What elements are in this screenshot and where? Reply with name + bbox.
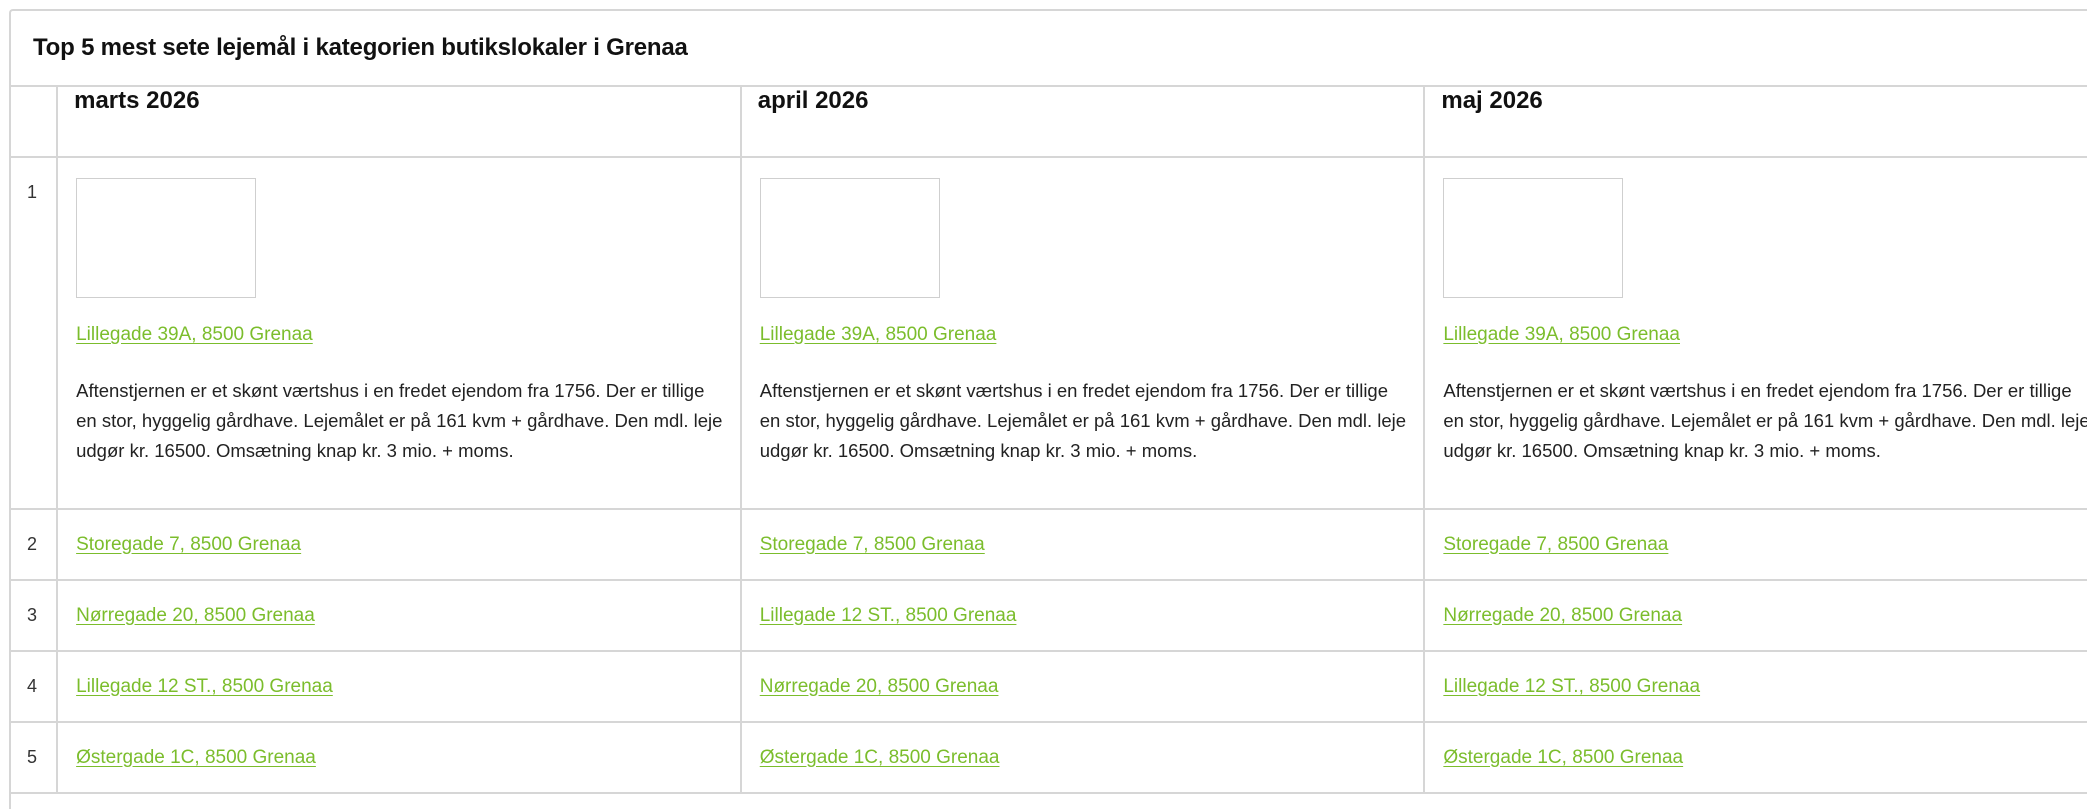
listing-cell: Lillegade 12 ST., 8500 Grenaa: [739, 580, 1426, 652]
listing-cell: Nørregade 20, 8500 Grenaa: [739, 651, 1426, 723]
listing-address-link[interactable]: Nørregade 20, 8500 Grenaa: [760, 676, 999, 697]
month-header-march: marts 2026: [56, 87, 742, 158]
listing-address-link[interactable]: Lillegade 12 ST., 8500 Grenaa: [760, 605, 1017, 626]
month-header-april: april 2026: [739, 87, 1426, 158]
listing-thumbnail[interactable]: [759, 178, 940, 298]
listing-address-link[interactable]: Lillegade 12 ST., 8500 Grenaa: [76, 676, 333, 697]
rank-number: 2: [11, 509, 59, 581]
table-row-rank-3: 3 Nørregade 20, 8500 Grenaa Lillegade 12…: [11, 580, 2087, 652]
listing-address-link[interactable]: Storegade 7, 8500 Grenaa: [760, 534, 985, 555]
listing-card-april: Lillegade 39A, 8500 Grenaa Aftenstjernen…: [739, 157, 1426, 510]
listing-cell: Nørregade 20, 8500 Grenaa: [56, 580, 742, 652]
panel-title: Top 5 mest sete lejemål i kategorien but…: [33, 34, 688, 61]
listing-cell: Storegade 7, 8500 Grenaa: [1423, 509, 2087, 581]
listing-thumbnail[interactable]: [1443, 178, 1624, 298]
panel-header: Top 5 mest sete lejemål i kategorien but…: [11, 11, 2087, 87]
listing-cell: Storegade 7, 8500 Grenaa: [739, 509, 1426, 581]
listing-cell: Østergade 1C, 8500 Grenaa: [1423, 722, 2087, 794]
listing-address-link[interactable]: Østergade 1C, 8500 Grenaa: [1443, 747, 1683, 768]
listing-address-link[interactable]: Lillegade 12 ST., 8500 Grenaa: [1443, 676, 1700, 697]
listing-address-link[interactable]: Nørregade 20, 8500 Grenaa: [1443, 605, 1682, 626]
listing-address-link[interactable]: Lillegade 39A, 8500 Grenaa: [76, 324, 313, 345]
listing-cell: Lillegade 12 ST., 8500 Grenaa: [1423, 651, 2087, 723]
table-header-row: marts 2026 april 2026 maj 2026: [11, 87, 2087, 158]
listing-thumbnail[interactable]: [76, 178, 257, 298]
listing-description: Aftenstjernen er et skønt værtshus i en …: [759, 380, 1407, 461]
month-header-may: maj 2026: [1423, 87, 2087, 158]
listing-address-link[interactable]: Østergade 1C, 8500 Grenaa: [76, 747, 316, 768]
listing-description: Aftenstjernen er et skønt værtshus i en …: [76, 380, 723, 461]
rank-number: 5: [11, 722, 59, 794]
rank-column-header: [11, 87, 59, 158]
listing-card-may: Lillegade 39A, 8500 Grenaa Aftenstjernen…: [1423, 157, 2087, 510]
listing-cell: Storegade 7, 8500 Grenaa: [56, 509, 742, 581]
listing-cell: Lillegade 12 ST., 8500 Grenaa: [56, 651, 742, 723]
listing-address-link[interactable]: Østergade 1C, 8500 Grenaa: [760, 747, 1000, 768]
listing-cell: Østergade 1C, 8500 Grenaa: [56, 722, 742, 794]
rank-number: 3: [11, 580, 59, 652]
rank-number: 4: [11, 651, 59, 723]
table-row-rank-5: 5 Østergade 1C, 8500 Grenaa Østergade 1C…: [11, 722, 2087, 794]
listing-address-link[interactable]: Nørregade 20, 8500 Grenaa: [76, 605, 315, 626]
top-listings-panel: Top 5 mest sete lejemål i kategorien but…: [9, 9, 2087, 809]
listing-address-link[interactable]: Storegade 7, 8500 Grenaa: [1443, 534, 1668, 555]
listing-cell: Østergade 1C, 8500 Grenaa: [739, 722, 1426, 794]
listing-card-march: Lillegade 39A, 8500 Grenaa Aftenstjernen…: [56, 157, 742, 510]
table-row-rank-4: 4 Lillegade 12 ST., 8500 Grenaa Nørregad…: [11, 651, 2087, 723]
table-row-rank-1: 1 Lillegade 39A, 8500 Grenaa Aftenstjern…: [11, 157, 2087, 510]
top-listings-table: marts 2026 april 2026 maj 2026 1 Lillega…: [11, 87, 2087, 794]
table-row-rank-2: 2 Storegade 7, 8500 Grenaa Storegade 7, …: [11, 509, 2087, 581]
listing-cell: Nørregade 20, 8500 Grenaa: [1423, 580, 2087, 652]
listing-address-link[interactable]: Storegade 7, 8500 Grenaa: [76, 534, 301, 555]
listing-address-link[interactable]: Lillegade 39A, 8500 Grenaa: [1443, 324, 1680, 345]
listing-address-link[interactable]: Lillegade 39A, 8500 Grenaa: [760, 324, 997, 345]
rank-number: 1: [11, 157, 59, 510]
listing-description: Aftenstjernen er et skønt værtshus i en …: [1443, 380, 2087, 461]
